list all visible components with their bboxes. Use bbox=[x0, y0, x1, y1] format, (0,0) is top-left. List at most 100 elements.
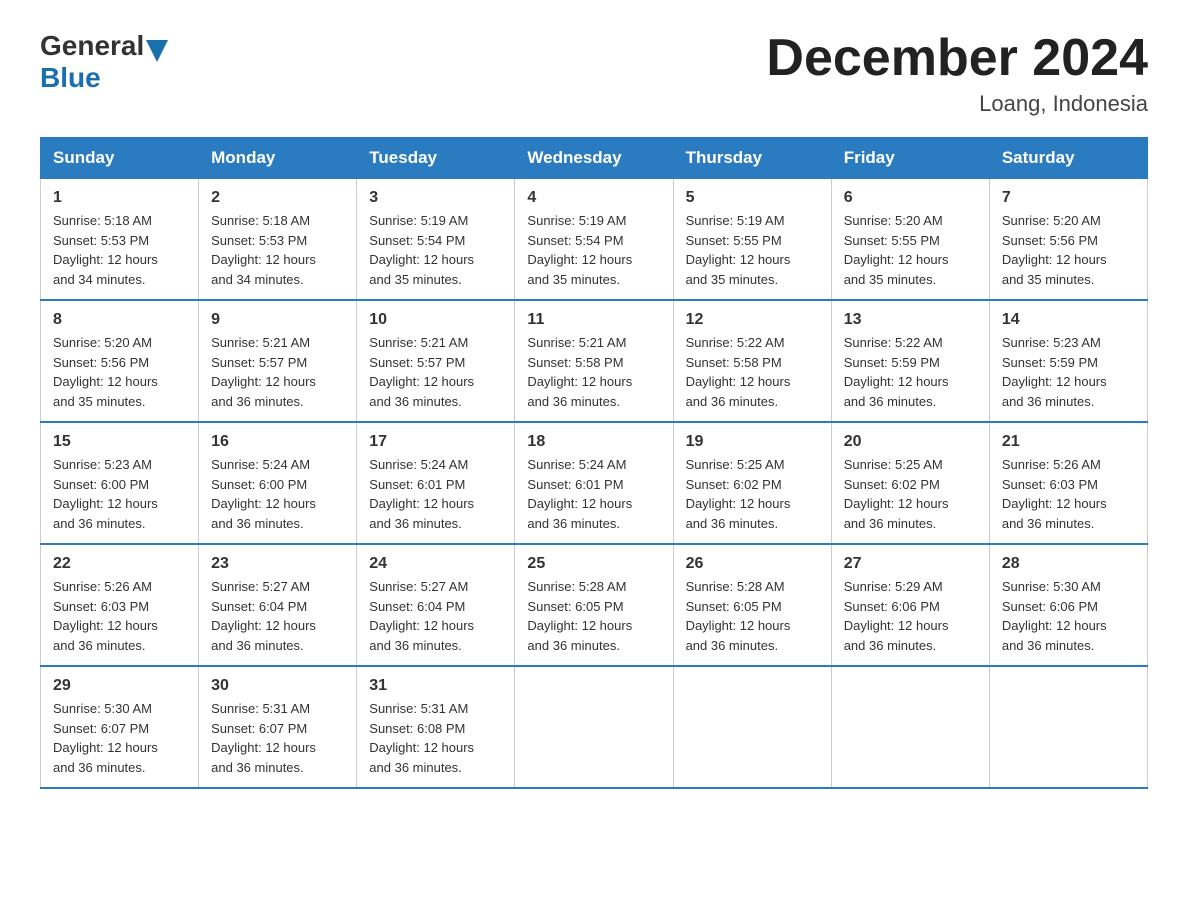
day-info: Sunrise: 5:19 AM Sunset: 5:54 PM Dayligh… bbox=[369, 211, 502, 289]
day-cell: 27 Sunrise: 5:29 AM Sunset: 6:06 PM Dayli… bbox=[831, 544, 989, 666]
day-number: 3 bbox=[369, 189, 502, 207]
day-number: 18 bbox=[527, 433, 660, 451]
day-cell: 31Sunrise: 5:31 AM Sunset: 6:08 PM Dayli… bbox=[357, 666, 515, 788]
day-cell: 1 Sunrise: 5:18 AM Sunset: 5:53 PM Daylig… bbox=[41, 179, 199, 301]
calendar-header: SundayMondayTuesdayWednesdayThursdayFrid… bbox=[41, 138, 1148, 179]
calendar-title: December 2024 Loang, Indonesia bbox=[766, 30, 1148, 117]
day-number: 14 bbox=[1002, 311, 1135, 329]
day-number: 15 bbox=[53, 433, 186, 451]
day-info: Sunrise: 5:19 AM Sunset: 5:55 PM Dayligh… bbox=[686, 211, 819, 289]
header-cell-saturday: Saturday bbox=[989, 138, 1147, 179]
day-cell: 14 Sunrise: 5:23 AM Sunset: 5:59 PM Dayli… bbox=[989, 300, 1147, 422]
day-number: 25 bbox=[527, 555, 660, 573]
day-cell: 5Sunrise: 5:19 AM Sunset: 5:55 PM Daylig… bbox=[673, 179, 831, 301]
day-cell: 30 Sunrise: 5:31 AM Sunset: 6:07 PM Dayli… bbox=[199, 666, 357, 788]
week-row-3: 15 Sunrise: 5:23 AM Sunset: 6:00 PM Dayli… bbox=[41, 422, 1148, 544]
day-info: Sunrise: 5:25 AM Sunset: 6:02 PM Dayligh… bbox=[844, 455, 977, 533]
day-info: Sunrise: 5:20 AM Sunset: 5:55 PM Dayligh… bbox=[844, 211, 977, 289]
day-cell: 11 Sunrise: 5:21 AM Sunset: 5:58 PM Dayli… bbox=[515, 300, 673, 422]
day-number: 10 bbox=[369, 311, 502, 329]
day-info: Sunrise: 5:21 AM Sunset: 5:58 PM Dayligh… bbox=[527, 333, 660, 411]
day-cell: 19 Sunrise: 5:25 AM Sunset: 6:02 PM Dayli… bbox=[673, 422, 831, 544]
day-info: Sunrise: 5:23 AM Sunset: 6:00 PM Dayligh… bbox=[53, 455, 186, 533]
day-info: Sunrise: 5:22 AM Sunset: 5:58 PM Dayligh… bbox=[686, 333, 819, 411]
day-info: Sunrise: 5:18 AM Sunset: 5:53 PM Dayligh… bbox=[53, 211, 186, 289]
day-cell: 4 Sunrise: 5:19 AM Sunset: 5:54 PM Daylig… bbox=[515, 179, 673, 301]
day-number: 22 bbox=[53, 555, 186, 573]
day-cell: 26 Sunrise: 5:28 AM Sunset: 6:05 PM Dayli… bbox=[673, 544, 831, 666]
page-header: General Blue December 2024 Loang, Indone… bbox=[40, 30, 1148, 117]
day-number: 4 bbox=[527, 189, 660, 207]
day-cell: 10 Sunrise: 5:21 AM Sunset: 5:57 PM Dayli… bbox=[357, 300, 515, 422]
day-number: 23 bbox=[211, 555, 344, 573]
day-cell: 17 Sunrise: 5:24 AM Sunset: 6:01 PM Dayli… bbox=[357, 422, 515, 544]
day-number: 13 bbox=[844, 311, 977, 329]
day-number: 26 bbox=[686, 555, 819, 573]
day-number: 8 bbox=[53, 311, 186, 329]
day-number: 16 bbox=[211, 433, 344, 451]
day-number: 6 bbox=[844, 189, 977, 207]
day-number: 12 bbox=[686, 311, 819, 329]
day-cell bbox=[831, 666, 989, 788]
day-number: 20 bbox=[844, 433, 977, 451]
day-cell: 18 Sunrise: 5:24 AM Sunset: 6:01 PM Dayli… bbox=[515, 422, 673, 544]
day-info: Sunrise: 5:28 AM Sunset: 6:05 PM Dayligh… bbox=[686, 577, 819, 655]
day-number: 19 bbox=[686, 433, 819, 451]
logo: General Blue bbox=[40, 30, 168, 94]
month-year-title: December 2024 bbox=[766, 30, 1148, 87]
day-info: Sunrise: 5:23 AM Sunset: 5:59 PM Dayligh… bbox=[1002, 333, 1135, 411]
day-number: 1 bbox=[53, 189, 186, 207]
logo-arrow-icon bbox=[146, 40, 168, 62]
day-info: Sunrise: 5:30 AM Sunset: 6:07 PM Dayligh… bbox=[53, 699, 186, 777]
day-number: 28 bbox=[1002, 555, 1135, 573]
day-cell: 20 Sunrise: 5:25 AM Sunset: 6:02 PM Dayli… bbox=[831, 422, 989, 544]
week-row-4: 22Sunrise: 5:26 AM Sunset: 6:03 PM Dayli… bbox=[41, 544, 1148, 666]
day-info: Sunrise: 5:21 AM Sunset: 5:57 PM Dayligh… bbox=[211, 333, 344, 411]
logo-blue: Blue bbox=[40, 62, 101, 93]
day-info: Sunrise: 5:28 AM Sunset: 6:05 PM Dayligh… bbox=[527, 577, 660, 655]
day-cell: 8 Sunrise: 5:20 AM Sunset: 5:56 PM Daylig… bbox=[41, 300, 199, 422]
day-cell: 21Sunrise: 5:26 AM Sunset: 6:03 PM Dayli… bbox=[989, 422, 1147, 544]
calendar-body: 1 Sunrise: 5:18 AM Sunset: 5:53 PM Daylig… bbox=[41, 179, 1148, 789]
day-info: Sunrise: 5:24 AM Sunset: 6:01 PM Dayligh… bbox=[527, 455, 660, 533]
day-info: Sunrise: 5:25 AM Sunset: 6:02 PM Dayligh… bbox=[686, 455, 819, 533]
day-info: Sunrise: 5:24 AM Sunset: 6:00 PM Dayligh… bbox=[211, 455, 344, 533]
day-info: Sunrise: 5:30 AM Sunset: 6:06 PM Dayligh… bbox=[1002, 577, 1135, 655]
day-cell bbox=[515, 666, 673, 788]
day-number: 21 bbox=[1002, 433, 1135, 451]
location-title: Loang, Indonesia bbox=[766, 91, 1148, 117]
day-cell: 29 Sunrise: 5:30 AM Sunset: 6:07 PM Dayli… bbox=[41, 666, 199, 788]
day-info: Sunrise: 5:29 AM Sunset: 6:06 PM Dayligh… bbox=[844, 577, 977, 655]
day-cell: 9 Sunrise: 5:21 AM Sunset: 5:57 PM Daylig… bbox=[199, 300, 357, 422]
day-cell: 28 Sunrise: 5:30 AM Sunset: 6:06 PM Dayli… bbox=[989, 544, 1147, 666]
day-cell bbox=[989, 666, 1147, 788]
day-cell: 7 Sunrise: 5:20 AM Sunset: 5:56 PM Daylig… bbox=[989, 179, 1147, 301]
header-cell-thursday: Thursday bbox=[673, 138, 831, 179]
day-number: 7 bbox=[1002, 189, 1135, 207]
header-row: SundayMondayTuesdayWednesdayThursdayFrid… bbox=[41, 138, 1148, 179]
day-info: Sunrise: 5:24 AM Sunset: 6:01 PM Dayligh… bbox=[369, 455, 502, 533]
header-cell-monday: Monday bbox=[199, 138, 357, 179]
day-info: Sunrise: 5:20 AM Sunset: 5:56 PM Dayligh… bbox=[1002, 211, 1135, 289]
day-cell: 24Sunrise: 5:27 AM Sunset: 6:04 PM Dayli… bbox=[357, 544, 515, 666]
day-info: Sunrise: 5:21 AM Sunset: 5:57 PM Dayligh… bbox=[369, 333, 502, 411]
day-number: 17 bbox=[369, 433, 502, 451]
day-info: Sunrise: 5:22 AM Sunset: 5:59 PM Dayligh… bbox=[844, 333, 977, 411]
day-number: 29 bbox=[53, 677, 186, 695]
day-cell: 22Sunrise: 5:26 AM Sunset: 6:03 PM Dayli… bbox=[41, 544, 199, 666]
week-row-1: 1 Sunrise: 5:18 AM Sunset: 5:53 PM Daylig… bbox=[41, 179, 1148, 301]
calendar-table: SundayMondayTuesdayWednesdayThursdayFrid… bbox=[40, 137, 1148, 789]
day-cell: 6 Sunrise: 5:20 AM Sunset: 5:55 PM Daylig… bbox=[831, 179, 989, 301]
day-info: Sunrise: 5:18 AM Sunset: 5:53 PM Dayligh… bbox=[211, 211, 344, 289]
day-info: Sunrise: 5:31 AM Sunset: 6:07 PM Dayligh… bbox=[211, 699, 344, 777]
day-cell: 13 Sunrise: 5:22 AM Sunset: 5:59 PM Dayli… bbox=[831, 300, 989, 422]
day-number: 11 bbox=[527, 311, 660, 329]
day-number: 27 bbox=[844, 555, 977, 573]
day-number: 9 bbox=[211, 311, 344, 329]
day-number: 30 bbox=[211, 677, 344, 695]
day-info: Sunrise: 5:19 AM Sunset: 5:54 PM Dayligh… bbox=[527, 211, 660, 289]
day-cell: 12 Sunrise: 5:22 AM Sunset: 5:58 PM Dayli… bbox=[673, 300, 831, 422]
header-cell-tuesday: Tuesday bbox=[357, 138, 515, 179]
day-info: Sunrise: 5:20 AM Sunset: 5:56 PM Dayligh… bbox=[53, 333, 186, 411]
day-cell bbox=[673, 666, 831, 788]
